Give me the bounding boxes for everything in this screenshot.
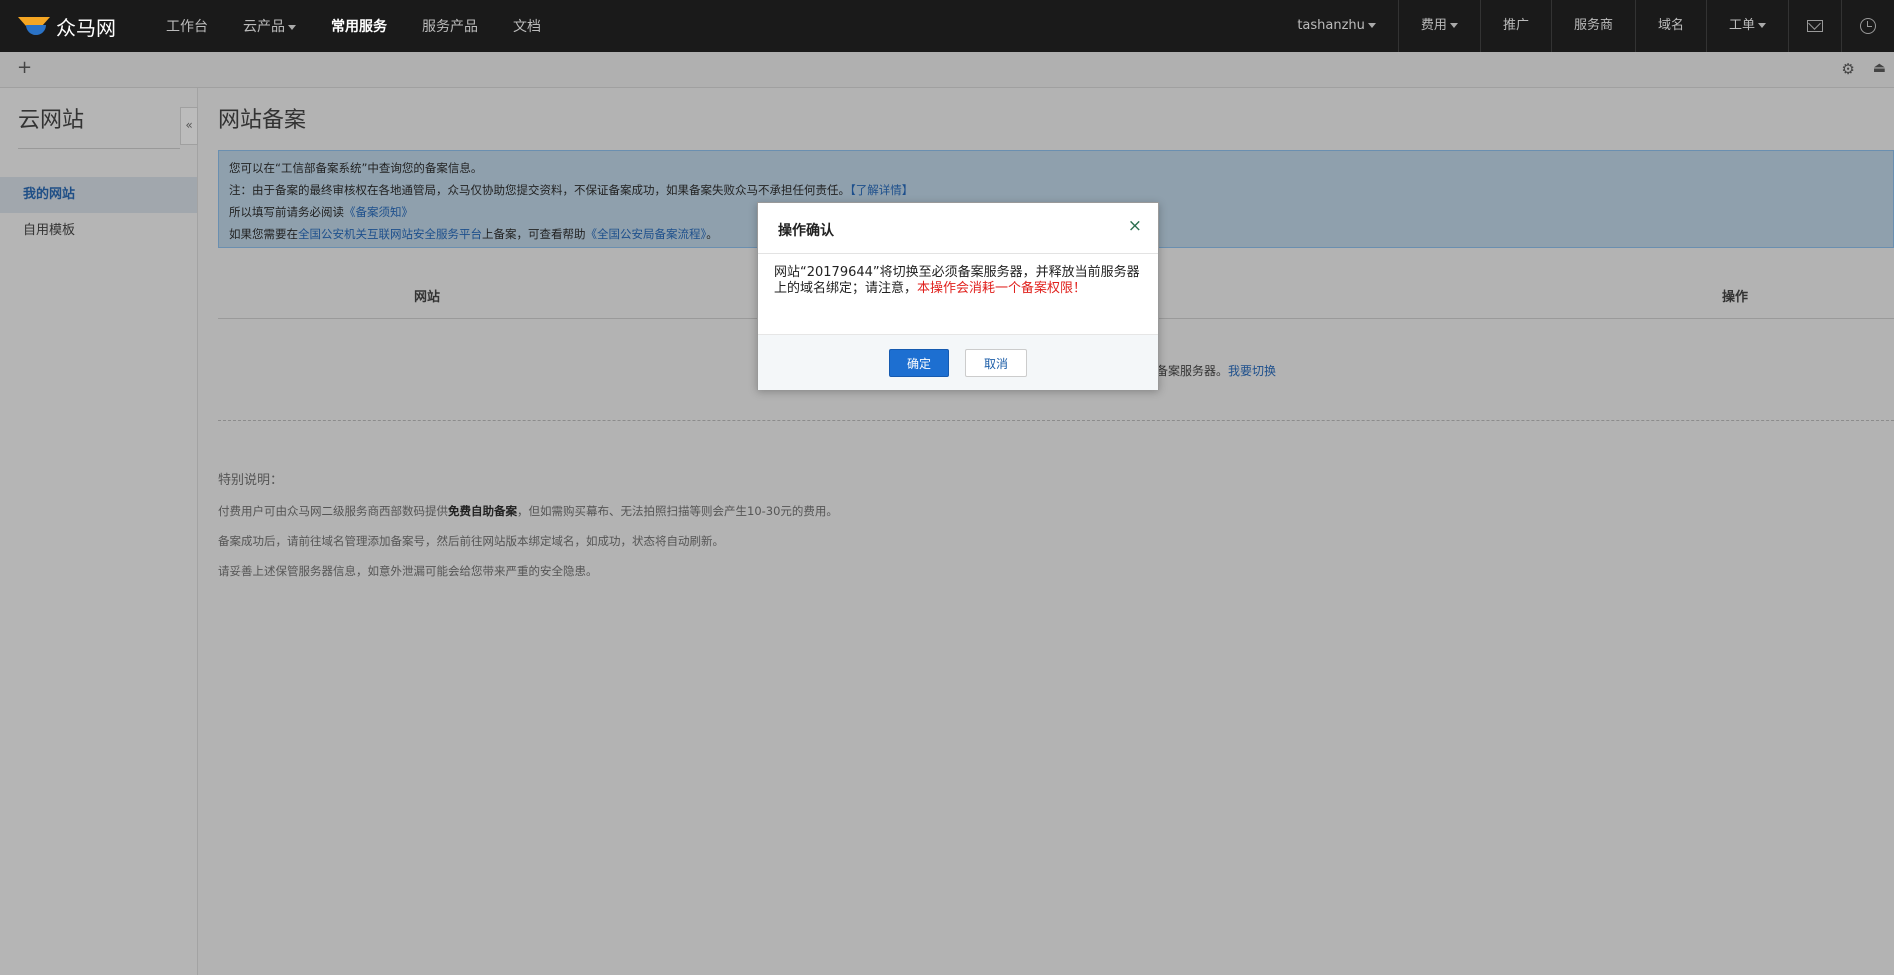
sub-toolbar: + ⚙ ⏏ [0, 52, 1894, 88]
row-text: 备案服务器。 [1156, 364, 1229, 378]
close-icon[interactable]: × [1128, 216, 1142, 236]
nav-cloud-products-label: 云产品 [243, 19, 285, 35]
notice-line: 您可以在“工信部备案系统”中查询您的备案信息。 [229, 161, 483, 175]
notice-line: 注：由于备案的最终审核权在各地通管局，众马仅协助您提交资料，不保证备案成功，如果… [229, 179, 1883, 201]
nav-ticket-label: 工单 [1728, 18, 1755, 33]
sidebar-item-templates[interactable]: 自用模板 [0, 213, 197, 249]
sub-toolbar-right: ⚙ ⏏ [1841, 60, 1886, 78]
clock-icon [1860, 18, 1876, 34]
divider [18, 148, 180, 149]
police-platform-link[interactable]: 全国公安机关互联网站安全服务平台 [298, 227, 482, 241]
special-note: 备案成功后，请前往域名管理添加备案号，然后前往网站版本绑定域名，如成功，状态将自… [218, 534, 724, 548]
sidebar-title: 云网站 [18, 108, 85, 133]
nav-workbench[interactable]: 工作台 [166, 16, 208, 36]
dialog-footer: 确定 取消 [758, 334, 1158, 390]
mail-icon [1807, 20, 1823, 32]
confirm-dialog: 操作确认 × 网站“20179644”将切换至必须备案服务器，并释放当前服务器上… [757, 202, 1159, 390]
sidebar: 云网站 我的网站 自用模板 [0, 88, 198, 975]
nav-common-services[interactable]: 常用服务 [331, 16, 387, 36]
page-title: 网站备案 [218, 108, 307, 133]
mail-button[interactable] [1788, 0, 1841, 52]
caret-down-icon [1758, 23, 1766, 28]
nav-right: tashanzhu 费用 推广 服务商 域名 工单 [1275, 0, 1894, 52]
column-header-operation: 操作 [1722, 290, 1749, 305]
table-row: 备案服务器。我要切换 [1156, 362, 1276, 379]
dialog-header: 操作确认 × [758, 203, 1158, 254]
confirm-button[interactable]: 确定 [889, 349, 949, 377]
main-nav: 工作台 云产品 常用服务 服务产品 文档 [166, 16, 576, 36]
logo-icon [18, 13, 54, 39]
notice-text: 注：由于备案的最终审核权在各地通管局，众马仅协助您提交资料，不保证备案成功，如果… [229, 183, 850, 197]
special-note-text: 付费用户可由众马网二级服务商西部数码提供 [218, 504, 448, 518]
gear-icon[interactable]: ⚙ [1841, 60, 1854, 78]
learn-more-link[interactable]: 【了解详情】 [850, 183, 913, 197]
caret-down-icon [1449, 23, 1458, 28]
nav-promotion[interactable]: 推广 [1479, 0, 1551, 52]
add-icon[interactable]: + [17, 57, 32, 78]
eject-icon[interactable]: ⏏ [1873, 60, 1886, 78]
nav-billing-label: 费用 [1420, 18, 1447, 33]
clock-button[interactable] [1841, 0, 1894, 52]
nav-service-provider[interactable]: 服务商 [1550, 0, 1635, 52]
special-notes-title: 特别说明： [218, 473, 284, 488]
column-header-site: 网站 [414, 290, 441, 305]
notice-text: 如果您需要在 [229, 227, 298, 241]
nav-billing[interactable]: 费用 [1397, 0, 1480, 52]
dialog-warning-text: 本操作会消耗一个备案权限！ [917, 281, 1087, 296]
special-note-bold: 免费自助备案 [448, 504, 517, 518]
logo-text: 众马网 [56, 17, 116, 40]
switch-link[interactable]: 我要切换 [1228, 364, 1276, 378]
nav-docs[interactable]: 文档 [513, 16, 541, 36]
dialog-message: 网站“20179644”将切换至必须备案服务器，并释放当前服务器上的域名绑定；请… [774, 265, 1144, 297]
logo[interactable]: 众马网 [18, 12, 146, 41]
nav-domain[interactable]: 域名 [1634, 0, 1706, 52]
special-note: 付费用户可由众马网二级服务商西部数码提供免费自助备案，但如需购买幕布、无法拍照扫… [218, 503, 838, 519]
username: tashanzhu [1297, 18, 1365, 33]
special-note: 请妥善上述保管服务器信息，如意外泄漏可能会给您带来严重的安全隐患。 [218, 564, 598, 578]
notice-text: 上备案，可查看帮助 [482, 227, 586, 241]
sidebar-item-my-sites[interactable]: 我的网站 [0, 177, 197, 213]
divider [218, 420, 1894, 421]
user-menu[interactable]: tashanzhu [1275, 0, 1398, 52]
filing-notice-link[interactable]: 《备案须知》 [344, 205, 413, 219]
notice-text: 。 [706, 227, 718, 241]
special-note-text: ，但如需购买幕布、无法拍照扫描等则会产生10-30元的费用。 [517, 504, 838, 518]
nav-ticket[interactable]: 工单 [1705, 0, 1788, 52]
caret-down-icon [288, 24, 296, 30]
caret-down-icon [1367, 23, 1376, 28]
top-navbar: 众马网 工作台 云产品 常用服务 服务产品 文档 tashanzhu 费用 推广… [0, 0, 1894, 52]
dialog-title: 操作确认 [778, 223, 834, 239]
nav-service-products[interactable]: 服务产品 [422, 16, 478, 36]
collapse-sidebar-icon[interactable]: « [180, 107, 198, 145]
police-process-link[interactable]: 《全国公安局备案流程》 [586, 227, 707, 241]
cancel-button[interactable]: 取消 [965, 349, 1027, 377]
notice-text: 所以填写前请务必阅读 [229, 205, 344, 219]
nav-cloud-products[interactable]: 云产品 [243, 16, 296, 36]
